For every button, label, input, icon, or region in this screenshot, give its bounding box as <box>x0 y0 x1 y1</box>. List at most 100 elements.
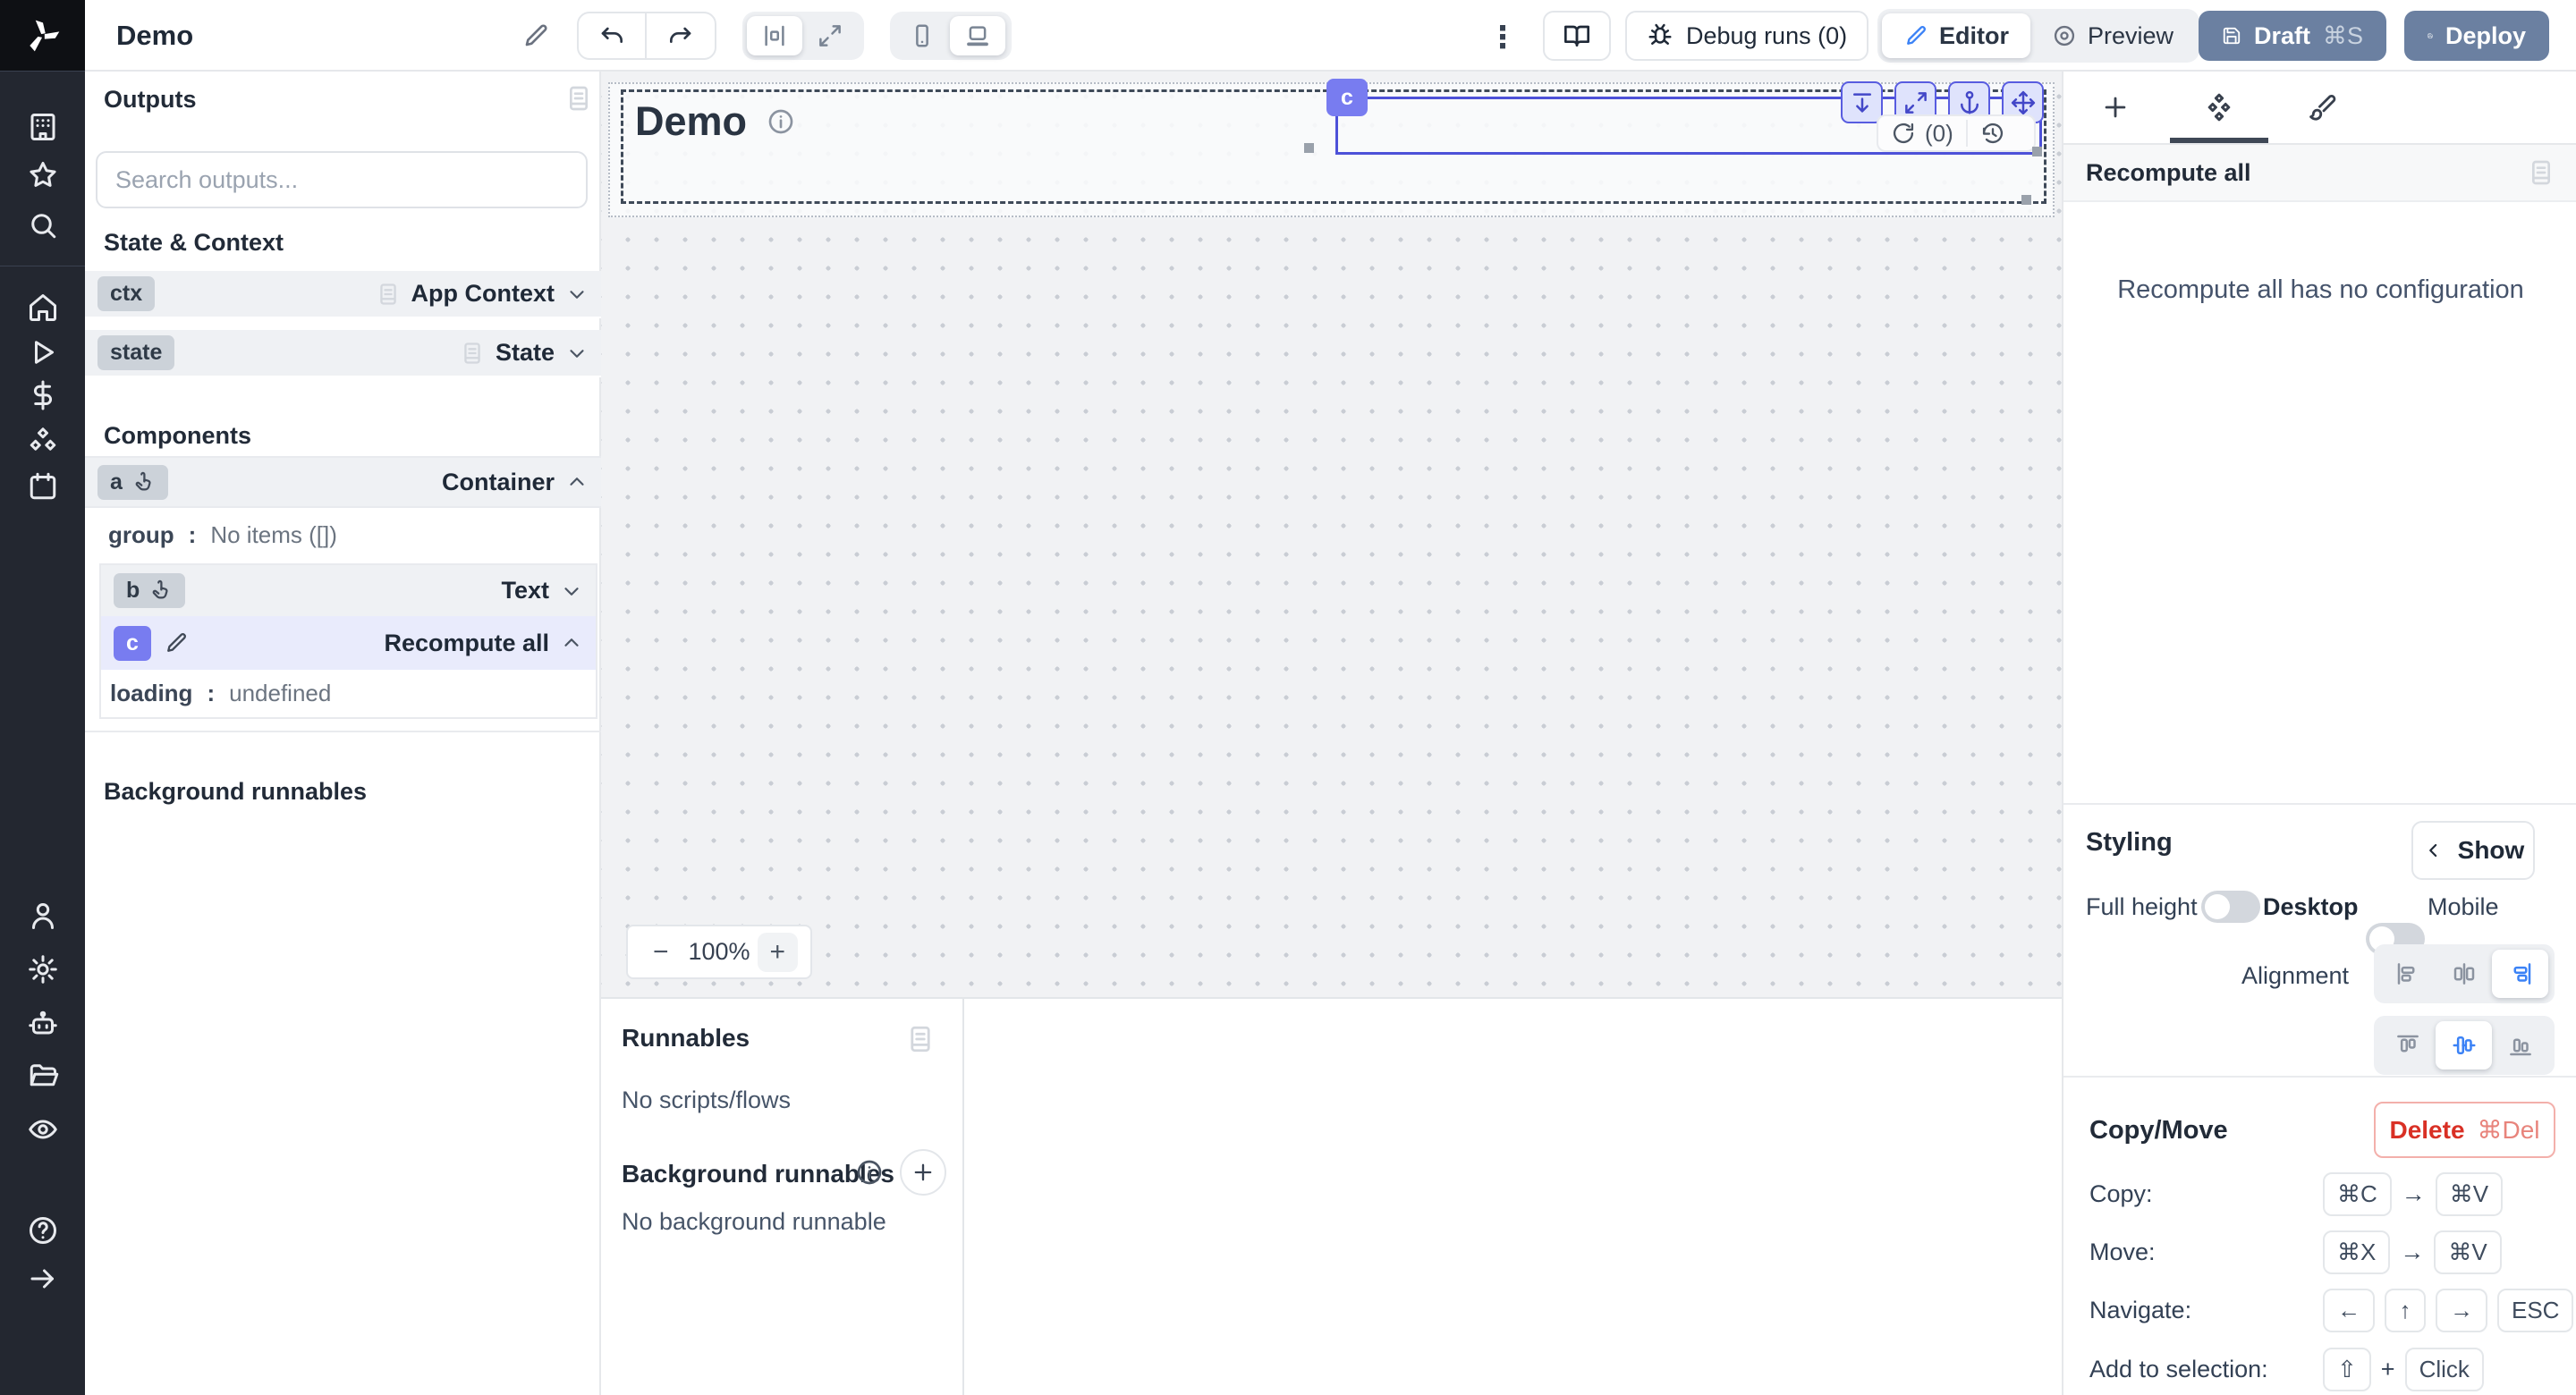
component-run-toolbar: (0) <box>1877 114 2036 152</box>
favorites-star-icon[interactable] <box>27 159 59 191</box>
audit-eye-icon[interactable] <box>27 1113 59 1146</box>
history-button[interactable] <box>1968 121 2018 146</box>
loading-value: undefined <box>229 680 331 707</box>
undo-button[interactable] <box>579 13 647 58</box>
deploy-button[interactable]: Deploy <box>2404 11 2549 61</box>
ctx-row[interactable]: ctx App Context <box>85 271 601 318</box>
draft-shortcut: ⌘S <box>2323 22 2363 50</box>
outputs-doc-icon[interactable] <box>564 84 593 113</box>
variables-dollar-icon[interactable] <box>27 379 59 411</box>
copy-move-title: Copy/Move <box>2089 1116 2228 1146</box>
folders-icon[interactable] <box>27 1060 59 1092</box>
workspace-icon[interactable] <box>27 111 59 143</box>
fullwidth-layout-button[interactable] <box>802 16 858 55</box>
ctx-badge: ctx <box>97 276 155 311</box>
kbd-cmd-x: ⌘X <box>2323 1230 2390 1274</box>
component-a-row[interactable]: a Container <box>85 456 601 508</box>
alignment-label: Alignment <box>2241 962 2349 990</box>
component-a-badge: a <box>97 465 168 500</box>
component-c-row-selected[interactable]: c Recompute all <box>101 616 596 670</box>
chevron-down-icon <box>560 579 583 603</box>
state-row[interactable]: state State <box>85 330 601 377</box>
app-canvas[interactable]: Demo c (0) − 100% + <box>601 72 2062 997</box>
align-top-button[interactable] <box>2379 1021 2436 1070</box>
component-b-row[interactable]: b Text <box>101 565 596 616</box>
zoom-in-button[interactable]: + <box>758 933 798 972</box>
settings-gear-icon[interactable] <box>27 953 59 985</box>
chevron-down-icon <box>565 283 589 306</box>
save-draft-button[interactable]: Draft ⌘S <box>2199 11 2386 61</box>
debug-runs-button[interactable]: Debug runs (0) <box>1625 11 1868 61</box>
edit-pencil-icon[interactable] <box>164 630 189 655</box>
app-logo[interactable] <box>0 0 85 72</box>
search-icon[interactable] <box>27 209 59 241</box>
expand-down-button[interactable] <box>1841 81 1883 123</box>
kbd-cmd-v: ⌘V <box>2434 1230 2501 1274</box>
align-middle-button-active[interactable] <box>2436 1021 2492 1070</box>
bottom-empty-area <box>964 997 2062 1395</box>
colon: : <box>207 680 215 707</box>
runnables-doc-icon[interactable] <box>905 1024 936 1054</box>
component-b-type: Text <box>501 577 549 604</box>
full-height-toggle[interactable] <box>2201 891 2260 923</box>
collapse-arrow-icon[interactable] <box>27 1263 59 1295</box>
centered-layout-button[interactable] <box>747 16 802 55</box>
add-background-runnable-button[interactable] <box>900 1149 946 1196</box>
mobile-label: Mobile <box>2428 893 2499 921</box>
delete-component-button[interactable]: Delete ⌘Del <box>2374 1102 2555 1158</box>
home-icon[interactable] <box>27 292 59 324</box>
redo-button[interactable] <box>647 13 715 58</box>
draft-label: Draft <box>2254 22 2310 50</box>
refresh-count[interactable]: (0) <box>1878 120 1966 148</box>
resize-handle[interactable] <box>2032 147 2042 156</box>
styling-show-button[interactable]: Show <box>2411 821 2535 880</box>
resize-handle[interactable] <box>2021 195 2031 205</box>
align-left-button[interactable] <box>2379 950 2436 998</box>
refresh-icon <box>1891 121 1916 146</box>
group-property-row[interactable]: group : No items ([]) <box>108 521 337 549</box>
tab-insert-component[interactable] <box>2063 72 2167 143</box>
component-c-tag: c <box>1326 79 1368 116</box>
mobile-view-button[interactable] <box>894 16 950 55</box>
search-outputs-input[interactable] <box>96 151 588 208</box>
state-context-title: State & Context <box>104 229 284 257</box>
more-options-kebab[interactable]: ⋮ <box>1487 20 1518 55</box>
settings-panel: Recompute all Recompute all has no confi… <box>2062 72 2576 1395</box>
edit-title-pencil-icon[interactable] <box>521 21 550 50</box>
user-icon[interactable] <box>27 900 59 932</box>
align-center-icon <box>2451 960 2478 987</box>
tab-component-settings-active[interactable] <box>2167 72 2271 143</box>
tab-styling-brush[interactable] <box>2271 72 2375 143</box>
zoom-out-button[interactable]: − <box>640 933 681 972</box>
align-bottom-button[interactable] <box>2492 1021 2548 1070</box>
hand-pointer-icon <box>148 579 173 603</box>
copy-label: Copy: <box>2089 1180 2153 1208</box>
align-center-button[interactable] <box>2436 950 2492 998</box>
undo-redo-group <box>577 12 716 60</box>
book-open-icon <box>1563 21 1591 50</box>
align-right-button-active[interactable] <box>2492 950 2548 998</box>
arrow-right-glyph: → <box>2402 1180 2426 1208</box>
doc-icon[interactable] <box>2527 158 2555 187</box>
app-title: Demo <box>116 20 193 52</box>
help-icon[interactable] <box>27 1214 59 1247</box>
kbd-cmd-c: ⌘C <box>2323 1172 2392 1216</box>
runnables-empty-text: No scripts/flows <box>622 1086 791 1114</box>
background-runnables-empty-text: No background runnable <box>622 1208 886 1236</box>
save-icon <box>2428 22 2433 49</box>
editor-tab[interactable]: Editor <box>1882 13 2030 58</box>
ctx-type: App Context <box>411 280 555 308</box>
desktop-view-button[interactable] <box>950 16 1005 55</box>
resources-boxes-icon[interactable] <box>27 426 59 458</box>
canvas-app-title[interactable]: Demo <box>635 98 795 145</box>
preview-tab[interactable]: Preview <box>2030 13 2195 58</box>
docs-book-button[interactable] <box>1543 11 1611 61</box>
schedules-calendar-icon[interactable] <box>27 470 59 503</box>
resize-handle[interactable] <box>1304 143 1314 153</box>
runnables-title: Runnables <box>622 1024 750 1053</box>
workers-bot-icon[interactable] <box>27 1009 59 1041</box>
desktop-label: Desktop <box>2263 893 2359 921</box>
loading-property-row[interactable]: loading : undefined <box>101 670 596 717</box>
delete-label: Delete <box>2389 1116 2464 1145</box>
runs-play-icon[interactable] <box>27 336 59 368</box>
